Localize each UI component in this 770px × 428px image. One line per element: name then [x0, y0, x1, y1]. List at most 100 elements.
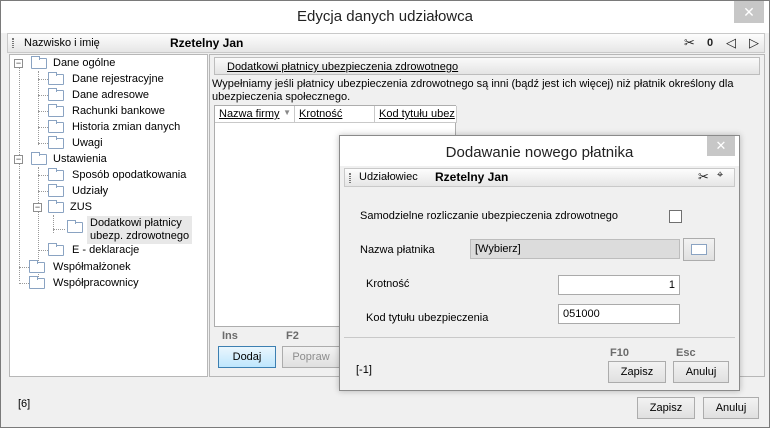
add-shortcut: Ins [222, 330, 238, 342]
folder-icon [48, 104, 64, 117]
collapse-icon[interactable]: − [14, 59, 23, 68]
pin-icon[interactable]: ⌖ [717, 169, 723, 182]
column-header-nazwa-firmy[interactable]: Nazwa firmy ▼ [215, 106, 295, 123]
tree-item-label: ZUS [70, 201, 92, 213]
folder-icon [48, 243, 64, 256]
dialog-close-button[interactable]: ✕ [707, 136, 735, 156]
header-strip: Nazwisko i imię Rzetelny Jan ✂ 0 ◁ ▷ [7, 33, 765, 53]
record-count: [6] [18, 398, 31, 410]
scissors-icon[interactable]: ✂ [698, 169, 709, 185]
next-icon[interactable]: ▷ [749, 35, 759, 51]
window-title: Edycja danych udziałowca [297, 8, 473, 25]
tree-item-label: Historia zmian danych [72, 121, 181, 133]
self-settlement-checkbox[interactable] [669, 210, 682, 223]
payer-name-label: Nazwa płatnika [360, 244, 435, 256]
collapse-icon[interactable]: − [33, 203, 42, 212]
insurance-code-field[interactable]: 051000 [558, 304, 680, 324]
tree-connector [53, 229, 65, 230]
tree-item-label: Sposób opodatkowania [72, 169, 187, 181]
multiplicity-field[interactable]: 1 [558, 275, 680, 295]
dialog-header-label: Udziałowiec [359, 171, 418, 183]
save-button[interactable]: Zapisz [637, 397, 695, 419]
folder-icon [48, 200, 64, 213]
tree-connector [19, 267, 29, 268]
folder-icon [29, 260, 45, 273]
edit-shortcut: F2 [286, 330, 299, 342]
prev-icon[interactable]: ◁ [726, 35, 736, 51]
section-tab-label: Dodatkowi płatnicy ubezpieczenia zdrowot… [227, 61, 459, 73]
main-window: Edycja danych udziałowca ✕ Nazwisko i im… [0, 0, 770, 428]
dialog-cancel-shortcut: Esc [676, 347, 696, 359]
header-value: Rzetelny Jan [170, 36, 244, 50]
tree-connector [38, 250, 48, 251]
folder-icon [67, 220, 83, 233]
multiplicity-label: Krotność [366, 278, 410, 290]
grip-icon [349, 173, 351, 183]
dialog-status: [-1] [356, 364, 372, 376]
dialog-save-shortcut: F10 [610, 347, 629, 359]
tree-item-label: Uwagi [72, 137, 103, 149]
tree-item-label: Dane adresowe [72, 89, 150, 101]
folder-icon [48, 120, 64, 133]
tree-connector [53, 215, 54, 233]
tree-item-label-line2: ubezp. zdrowotnego [90, 230, 190, 242]
dialog-save-button[interactable]: Zapisz [608, 361, 666, 383]
folder-icon [48, 184, 64, 197]
folder-icon [31, 56, 47, 69]
tree-item-label: Rachunki bankowe [72, 105, 165, 117]
tree-item-label-selected: Dodatkowi płatnicy ubezp. zdrowotnego [87, 216, 193, 244]
column-header-kod-tytulu[interactable]: Kod tytułu ubez [375, 106, 457, 123]
dialog-title: Dodawanie nowego płatnika [445, 144, 634, 161]
tree-item-label-line1: Dodatkowi płatnicy [90, 217, 182, 229]
folder-icon [691, 244, 707, 255]
dialog-header-value: Rzetelny Jan [435, 170, 509, 184]
folder-icon [48, 88, 64, 101]
tree-connector [38, 111, 48, 112]
self-settlement-label: Samodzielne rozliczanie ubezpieczenia zd… [360, 210, 619, 222]
dialog-title-bar: Dodawanie nowego płatnika ✕ [340, 136, 739, 166]
close-button[interactable]: ✕ [734, 1, 764, 23]
grid-footer: Ins F2 Dodaj Popraw [212, 329, 352, 373]
tree-connector [19, 283, 29, 284]
tree-connector [38, 175, 48, 176]
add-payer-dialog: Dodawanie nowego płatnika ✕ Udziałowiec … [339, 135, 740, 391]
section-tab[interactable]: Dodatkowi płatnicy ubezpieczenia zdrowot… [214, 57, 760, 75]
tree-item-label: Współpracownicy [53, 277, 139, 289]
tree-connector [38, 95, 48, 96]
tree-connector [38, 143, 48, 144]
grip-icon [12, 38, 14, 48]
payer-browse-button[interactable] [683, 238, 715, 261]
header-label: Nazwisko i imię [24, 37, 100, 49]
tree-item-label: Udziały [72, 185, 109, 197]
cancel-button[interactable]: Anuluj [703, 397, 759, 419]
folder-icon [48, 168, 64, 181]
folder-icon [48, 72, 64, 85]
folder-icon [48, 136, 64, 149]
tree-item-label: Współmałżonek [53, 261, 131, 273]
edit-button[interactable]: Popraw [282, 346, 340, 368]
folder-icon [31, 152, 47, 165]
tree-item-label: Dane rejestracyjne [72, 73, 164, 85]
paperclip-icon[interactable]: 0 [707, 37, 713, 49]
folder-icon [29, 276, 45, 289]
tree-connector [38, 79, 48, 80]
tree-connector [38, 127, 48, 128]
payer-name-field[interactable]: [Wybierz] [470, 239, 680, 259]
title-bar: Edycja danych udziałowca ✕ [1, 1, 769, 33]
scissors-icon[interactable]: ✂ [684, 35, 695, 51]
tree-item-label: E - deklaracje [72, 244, 140, 256]
add-button[interactable]: Dodaj [218, 346, 276, 368]
tree-connector [38, 191, 48, 192]
navigation-tree: − Dane ogólne Dane rejestracyjne Dane ad… [9, 54, 208, 377]
dialog-body: Samodzielne rozliczanie ubezpieczenia zd… [344, 190, 735, 338]
tree-item-label: Dane ogólne [53, 57, 116, 69]
collapse-icon[interactable]: − [14, 155, 23, 164]
dialog-cancel-button[interactable]: Anuluj [673, 361, 729, 383]
section-description: Wypełniamy jeśli płatnicy ubezpieczenia … [212, 78, 734, 103]
column-header-krotnosc[interactable]: Krotność [295, 106, 375, 123]
tree-item-label: Ustawienia [53, 153, 107, 165]
sort-arrow-icon: ▼ [283, 108, 291, 117]
insurance-code-label: Kod tytułu ubezpieczenia [366, 312, 489, 324]
tree-connector [19, 177, 20, 281]
tree-connector [38, 71, 39, 145]
